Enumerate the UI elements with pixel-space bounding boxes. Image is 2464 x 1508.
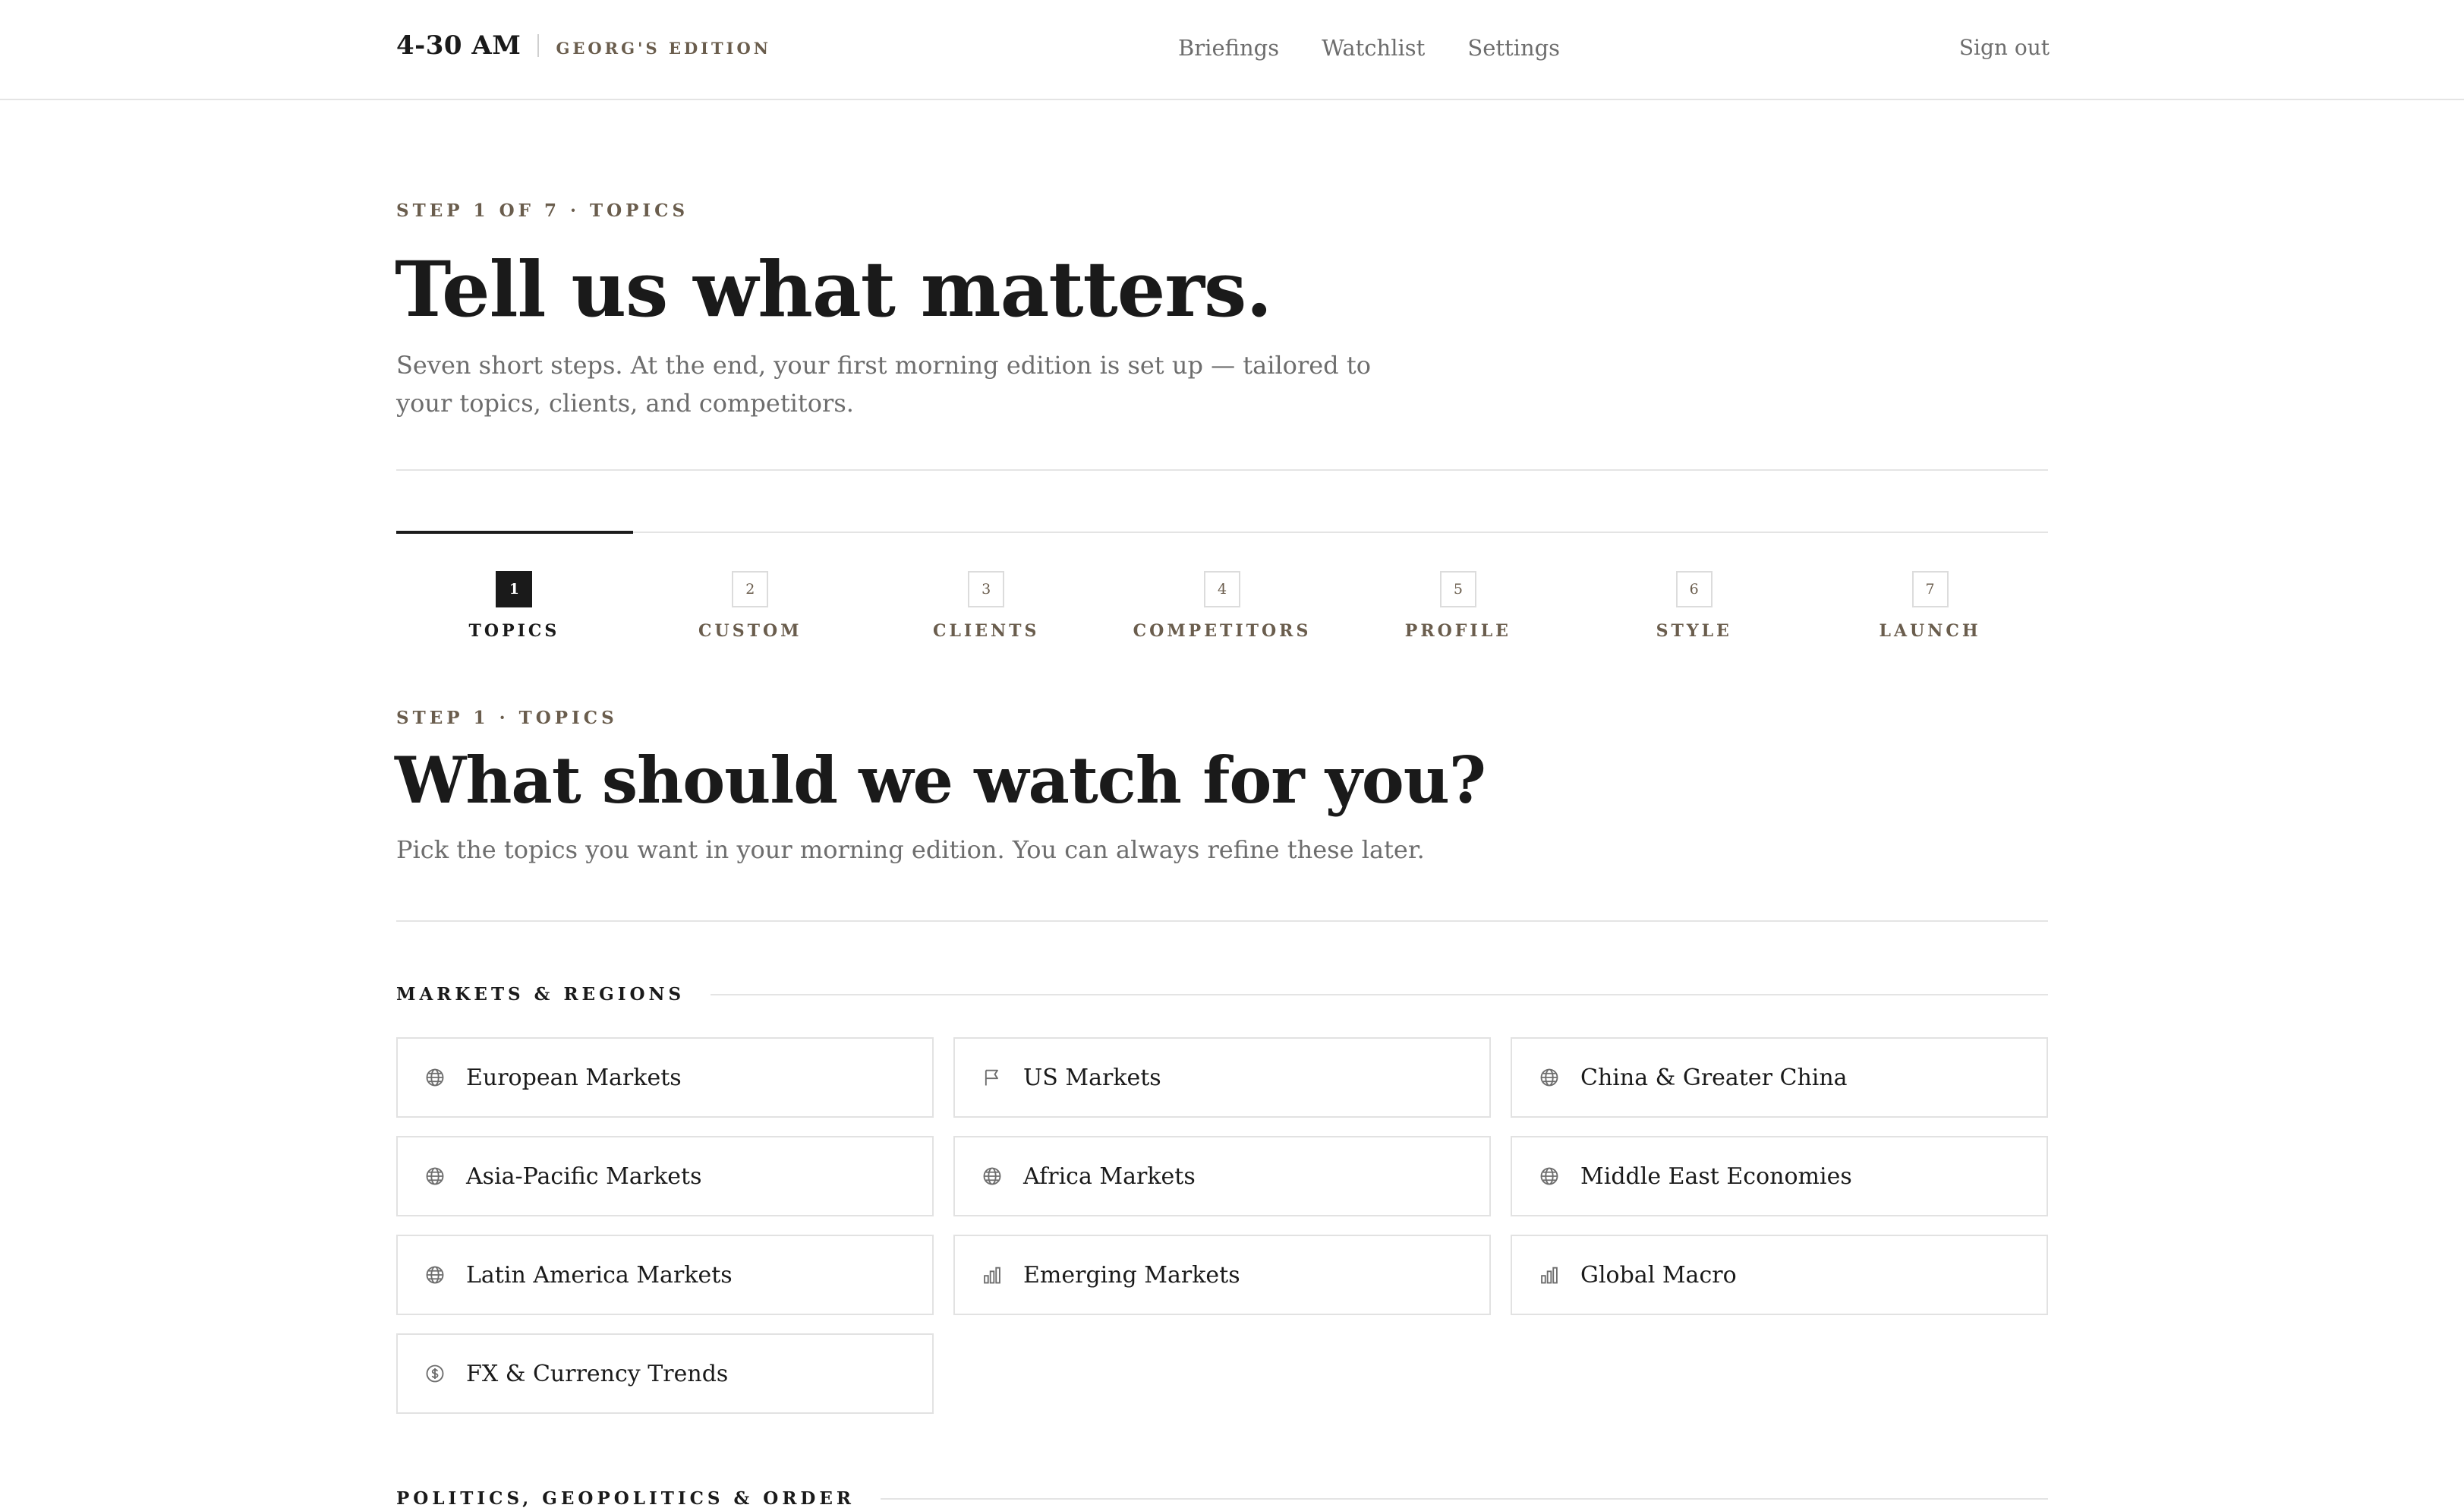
step-label: STYLE	[1656, 621, 1732, 641]
topic-label: FX & Currency Trends	[466, 1360, 729, 1387]
topic-grid-markets: European Markets US Markets China & Greate…	[396, 1037, 2048, 1414]
step-custom[interactable]: 2 CUSTOM	[632, 571, 868, 641]
step-label: PROFILE	[1404, 621, 1511, 641]
step-label: LAUNCH	[1879, 621, 1981, 641]
topic-label: US Markets	[1023, 1064, 1161, 1091]
step-clients[interactable]: 3 CLIENTS	[868, 571, 1104, 641]
topic-card[interactable]: Global Macro	[1511, 1235, 2048, 1315]
brand-divider	[537, 34, 540, 57]
step-label: COMPETITORS	[1133, 621, 1312, 641]
top-header: 4-30 AM GEORG'S EDITION Briefings Watchl…	[0, 0, 2464, 100]
step-label: CUSTOM	[698, 621, 802, 641]
step-number: 6	[1675, 571, 1713, 607]
globe-icon	[1538, 1165, 1561, 1188]
step-number: 2	[732, 571, 769, 607]
topic-label: Emerging Markets	[1023, 1261, 1240, 1289]
globe-icon	[424, 1165, 446, 1188]
nav-settings[interactable]: Settings	[1467, 35, 1560, 61]
step-profile[interactable]: 5 PROFILE	[1340, 571, 1576, 641]
section-eyebrow: STEP 1 · TOPICS	[396, 708, 618, 728]
topic-label: European Markets	[466, 1064, 682, 1091]
hero-divider	[396, 469, 2048, 471]
topic-card[interactable]: Latin America Markets	[396, 1235, 934, 1315]
step-number: 5	[1439, 571, 1476, 607]
step-competitors[interactable]: 4 COMPETITORS	[1104, 571, 1341, 641]
group-rule	[881, 1497, 2048, 1500]
bar-chart-icon	[1538, 1264, 1561, 1286]
globe-icon	[1538, 1066, 1561, 1089]
step-number: 1	[496, 571, 533, 607]
hero-eyebrow: STEP 1 OF 7 · TOPICS	[396, 200, 689, 221]
topic-card[interactable]: US Markets	[953, 1037, 1491, 1118]
topic-label: Latin America Markets	[466, 1261, 733, 1289]
globe-icon	[981, 1165, 1004, 1188]
section-title: What should we watch for you?	[395, 743, 1486, 818]
section-divider	[396, 920, 2048, 922]
step-style[interactable]: 6 STYLE	[1576, 571, 1812, 641]
section-description: Pick the topics you want in your morning…	[396, 835, 1425, 864]
topic-card[interactable]: Asia-Pacific Markets	[396, 1136, 934, 1216]
topic-label: Africa Markets	[1023, 1163, 1196, 1190]
page-description: Seven short steps. At the end, your firs…	[396, 351, 1371, 418]
topic-card[interactable]: European Markets	[396, 1037, 934, 1118]
topic-card[interactable]: Emerging Markets	[953, 1235, 1491, 1315]
group-rule	[711, 993, 2048, 995]
globe-icon	[424, 1066, 446, 1089]
page-title: Tell us what matters.	[395, 244, 1272, 334]
group-header-markets: MARKETS & REGIONS	[396, 984, 2048, 1005]
nav-watchlist[interactable]: Watchlist	[1322, 35, 1425, 61]
group-label: POLITICS, GEOPOLITICS & ORDER	[396, 1488, 855, 1508]
group-header-politics: POLITICS, GEOPOLITICS & ORDER	[396, 1488, 2048, 1508]
step-label: CLIENTS	[932, 621, 1040, 641]
topic-label: Middle East Economies	[1580, 1163, 1852, 1190]
brand[interactable]: 4-30 AM GEORG'S EDITION	[396, 30, 771, 61]
step-label: TOPICS	[468, 621, 560, 641]
step-topics[interactable]: 1 TOPICS	[396, 571, 632, 641]
stepper-progress	[396, 531, 633, 534]
stepper-track	[396, 532, 2048, 533]
topic-label: China & Greater China	[1580, 1064, 1848, 1091]
dollar-icon	[424, 1362, 446, 1385]
nav-briefings[interactable]: Briefings	[1178, 35, 1279, 61]
step-number: 4	[1204, 571, 1240, 607]
sign-out-link[interactable]: Sign out	[1959, 35, 2050, 60]
bar-chart-icon	[981, 1264, 1004, 1286]
step-launch[interactable]: 7 LAUNCH	[1812, 571, 2048, 641]
stepper: 1 TOPICS 2 CUSTOM 3 CLIENTS 4 COMPETITORS 5 PROFI…	[396, 571, 2048, 641]
topic-card[interactable]: Africa Markets	[953, 1136, 1491, 1216]
topic-card[interactable]: FX & Currency Trends	[396, 1333, 934, 1414]
topic-card[interactable]: Middle East Economies	[1511, 1136, 2048, 1216]
group-label: MARKETS & REGIONS	[396, 984, 685, 1005]
topic-label: Global Macro	[1580, 1261, 1737, 1289]
main-nav: Briefings Watchlist Settings	[1178, 35, 1560, 61]
topic-card[interactable]: China & Greater China	[1511, 1037, 2048, 1118]
edition-label: GEORG'S EDITION	[556, 38, 771, 58]
step-number: 3	[968, 571, 1005, 607]
globe-icon	[424, 1264, 446, 1286]
step-number: 7	[1911, 571, 1949, 607]
flag-icon	[981, 1066, 1004, 1089]
brand-logo[interactable]: 4-30 AM	[396, 30, 521, 61]
topic-label: Asia-Pacific Markets	[466, 1163, 702, 1190]
